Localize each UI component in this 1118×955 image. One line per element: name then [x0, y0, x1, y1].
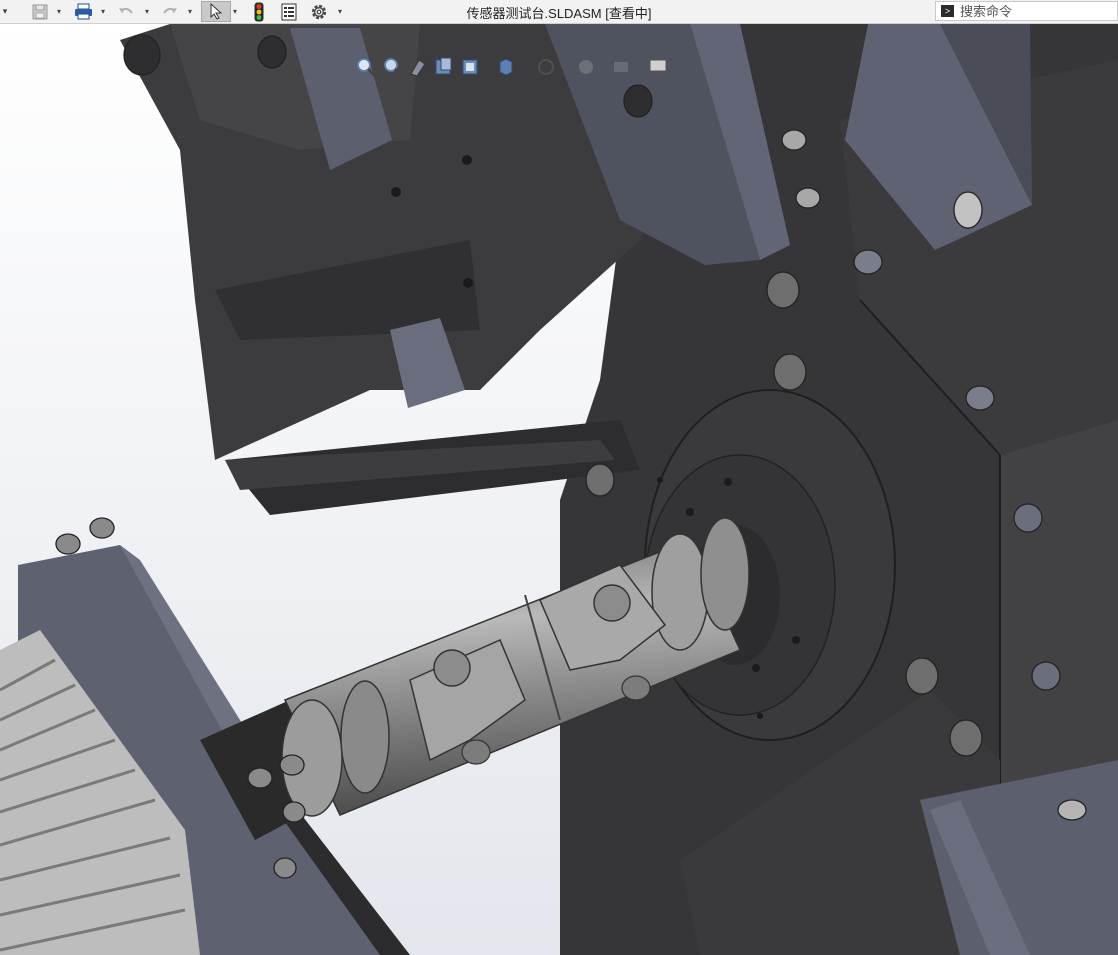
view-settings-icon[interactable] — [647, 56, 669, 78]
previous-view-icon[interactable] — [407, 56, 429, 78]
options-dropdown-arrow[interactable]: ▾ — [338, 7, 342, 16]
command-prompt-icon: > — [941, 5, 954, 17]
chevron-down-icon[interactable]: ▾ — [0, 1, 10, 22]
save-icon — [32, 4, 48, 19]
file-properties-icon — [281, 3, 297, 20]
undo-icon — [119, 7, 133, 14]
redo-dropdown-arrow[interactable]: ▾ — [188, 7, 192, 16]
undo-dropdown-arrow[interactable]: ▾ — [145, 7, 149, 16]
undo-button[interactable] — [116, 1, 136, 22]
hide-show-items-icon[interactable] — [535, 56, 557, 78]
assembly-3d-model[interactable] — [0, 24, 1118, 955]
view-orientation-icon[interactable] — [459, 56, 481, 78]
gear-icon — [311, 4, 327, 19]
options-button[interactable] — [308, 1, 330, 22]
edit-appearance-icon[interactable] — [575, 56, 597, 78]
section-view-icon[interactable] — [433, 56, 455, 78]
redo-button[interactable] — [160, 1, 180, 22]
zoom-area-icon[interactable] — [381, 56, 403, 78]
save-button[interactable] — [30, 1, 50, 22]
search-input[interactable] — [960, 3, 1110, 19]
redo-icon — [163, 7, 177, 14]
cursor-arrow-icon — [210, 3, 223, 20]
traffic-light-icon — [254, 2, 264, 21]
zoom-to-fit-icon[interactable] — [355, 56, 377, 78]
display-style-icon[interactable] — [495, 56, 517, 78]
graphics-area[interactable] — [0, 24, 1118, 955]
print-dropdown-arrow[interactable]: ▾ — [101, 7, 105, 16]
title-bar: ▾ ▾ ▾ ▾ ▾ ▾ ▾ 传感器测试台.SLDASM [查看中] > 搜索命令 — [0, 0, 1118, 24]
rebuild-button[interactable] — [250, 1, 268, 22]
search-box[interactable]: > — [935, 1, 1118, 21]
apply-scene-icon[interactable] — [610, 56, 632, 78]
file-properties-button[interactable] — [278, 1, 300, 22]
save-dropdown-arrow[interactable]: ▾ — [57, 7, 61, 16]
select-button[interactable] — [201, 1, 231, 22]
printer-icon — [74, 3, 92, 20]
print-button[interactable] — [72, 1, 94, 22]
select-dropdown-arrow[interactable]: ▾ — [233, 7, 237, 16]
